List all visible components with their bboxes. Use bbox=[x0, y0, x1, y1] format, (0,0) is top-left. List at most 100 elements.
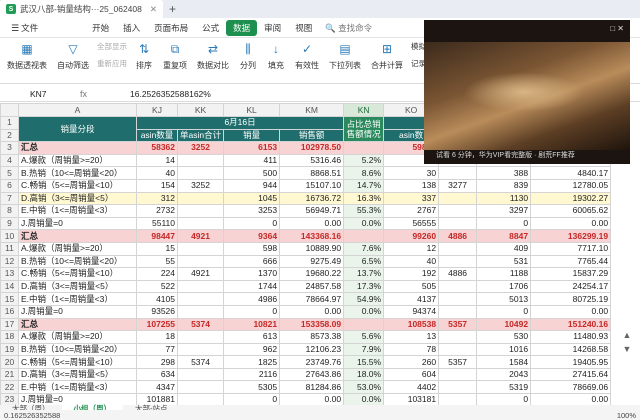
data-cell[interactable]: 5305 bbox=[223, 380, 281, 395]
column-header[interactable]: KN bbox=[343, 103, 385, 117]
column-header[interactable]: KK bbox=[176, 103, 225, 117]
tab-home[interactable]: 开始 bbox=[85, 20, 116, 36]
auto-filter-button[interactable]: ▽ 自动筛选 bbox=[57, 41, 89, 71]
row-number[interactable]: 12 bbox=[0, 254, 19, 269]
segment-cell[interactable]: C.畅销（5<=周销量<10） bbox=[18, 178, 137, 193]
data-cell[interactable]: 388 bbox=[476, 166, 532, 180]
data-cell[interactable]: 108538 bbox=[383, 317, 440, 332]
dropdown-list-button[interactable]: ▤ 下拉列表 bbox=[329, 41, 361, 71]
data-cell[interactable]: 107255 bbox=[136, 317, 178, 332]
data-cell[interactable]: 103181 bbox=[383, 393, 440, 405]
data-cell[interactable]: 5374 bbox=[176, 317, 225, 332]
data-cell[interactable]: 4137 bbox=[383, 292, 440, 306]
data-cell[interactable]: 14268.58 bbox=[530, 342, 612, 357]
data-cell[interactable] bbox=[438, 279, 478, 294]
data-cell[interactable]: 19302.27 bbox=[530, 191, 612, 206]
tab-insert[interactable]: 插入 bbox=[116, 20, 147, 36]
data-cell[interactable]: 0 bbox=[476, 393, 532, 405]
data-cell[interactable]: 80725.19 bbox=[530, 292, 612, 306]
data-cell[interactable]: 5.2% bbox=[343, 153, 385, 168]
split-button[interactable]: ⫼ 分列 bbox=[239, 41, 257, 71]
merge-calc-button[interactable]: ⊞ 合并计算 bbox=[371, 41, 403, 71]
data-cell[interactable]: 4840.17 bbox=[530, 166, 612, 180]
row-number[interactable]: 3 bbox=[0, 141, 19, 155]
data-cell[interactable] bbox=[438, 342, 478, 357]
data-cell[interactable] bbox=[176, 153, 225, 168]
data-cell[interactable]: 530 bbox=[476, 330, 532, 344]
data-cell[interactable]: 944 bbox=[223, 178, 281, 193]
segment-cell[interactable]: B.热销（10<=周销量<20） bbox=[18, 254, 137, 269]
data-cell[interactable]: 55.3% bbox=[343, 204, 385, 218]
data-cell[interactable] bbox=[343, 141, 385, 155]
data-cell[interactable]: 10889.90 bbox=[279, 241, 345, 256]
data-cell[interactable]: 2116 bbox=[223, 367, 281, 382]
data-cell[interactable]: 19405.95 bbox=[530, 355, 612, 369]
data-cell[interactable]: 5374 bbox=[176, 355, 225, 369]
corner-cell[interactable] bbox=[0, 103, 19, 117]
data-cell[interactable] bbox=[438, 393, 478, 405]
data-cell[interactable]: 12106.23 bbox=[279, 342, 345, 357]
segment-cell[interactable]: B.热销（10<=周销量<20） bbox=[18, 166, 137, 180]
data-cell[interactable] bbox=[176, 204, 225, 218]
data-cell[interactable]: 312 bbox=[136, 191, 178, 206]
data-cell[interactable]: 19680.22 bbox=[279, 267, 345, 281]
data-cell[interactable]: 1045 bbox=[223, 191, 281, 206]
data-cell[interactable]: 4921 bbox=[176, 229, 225, 243]
tab-data[interactable]: 数据 bbox=[226, 19, 258, 36]
data-cell[interactable]: 143368.16 bbox=[279, 229, 345, 243]
data-cell[interactable]: 55110 bbox=[136, 216, 178, 231]
row-number[interactable]: 10 bbox=[0, 229, 19, 243]
data-cell[interactable]: 1706 bbox=[476, 279, 532, 294]
data-cell[interactable] bbox=[438, 191, 478, 206]
data-cell[interactable]: 1744 bbox=[223, 279, 281, 294]
data-cell[interactable]: 78 bbox=[383, 342, 440, 357]
data-cell[interactable] bbox=[176, 330, 225, 344]
data-cell[interactable]: 337 bbox=[383, 191, 440, 206]
segment-cell[interactable]: D.高销（3<=周销量<5） bbox=[18, 367, 137, 382]
row-number[interactable]: 18 bbox=[0, 330, 19, 344]
data-cell[interactable]: 5013 bbox=[476, 292, 532, 306]
data-cell[interactable]: 10821 bbox=[223, 317, 281, 332]
data-cell[interactable]: 78669.06 bbox=[530, 380, 612, 395]
data-cell[interactable]: 1370 bbox=[223, 267, 281, 281]
fx-icon[interactable]: fx bbox=[80, 89, 130, 99]
data-cell[interactable]: 5357 bbox=[438, 317, 478, 332]
data-cell[interactable]: 0.00 bbox=[530, 304, 612, 319]
data-cell[interactable]: 55 bbox=[136, 254, 178, 269]
data-cell[interactable] bbox=[176, 279, 225, 294]
data-cell[interactable] bbox=[438, 380, 478, 395]
data-cell[interactable]: 0.0% bbox=[343, 216, 385, 231]
segment-cell[interactable]: 汇总 bbox=[18, 317, 137, 332]
segment-cell[interactable]: 汇总 bbox=[18, 141, 137, 155]
data-cell[interactable]: 4986 bbox=[223, 292, 281, 306]
data-cell[interactable]: 9275.49 bbox=[279, 254, 345, 269]
data-cell[interactable]: 1188 bbox=[476, 267, 532, 281]
data-cell[interactable] bbox=[176, 304, 225, 319]
row-number[interactable]: 13 bbox=[0, 267, 19, 281]
data-cell[interactable]: 15 bbox=[136, 241, 178, 256]
data-cell[interactable]: 962 bbox=[223, 342, 281, 357]
zoom-level[interactable]: 100% bbox=[617, 411, 636, 420]
data-cell[interactable] bbox=[438, 304, 478, 319]
row-number[interactable]: 22 bbox=[0, 380, 19, 395]
data-cell[interactable]: 54.9% bbox=[343, 292, 385, 306]
video-popup[interactable]: □ ✕ 试看 6 分钟，华为VIP看完整版 · 剧荒FF推荐 bbox=[424, 20, 630, 164]
segment-cell[interactable]: C.畅销（5<=周销量<10） bbox=[18, 355, 137, 369]
data-cell[interactable]: 0.0% bbox=[343, 393, 385, 405]
data-cell[interactable]: 7.9% bbox=[343, 342, 385, 357]
row-number[interactable]: 4 bbox=[0, 153, 19, 168]
segment-cell[interactable]: E.中销（1<=周销量<3） bbox=[18, 204, 137, 218]
data-cell[interactable]: 1016 bbox=[476, 342, 532, 357]
show-all-button[interactable]: 全部显示 bbox=[97, 41, 127, 52]
fill-button[interactable]: ↓ 填充 bbox=[267, 41, 285, 71]
data-cell[interactable]: 8847 bbox=[476, 229, 532, 243]
row-number[interactable]: 5 bbox=[0, 166, 19, 180]
data-cell[interactable]: 0 bbox=[476, 304, 532, 319]
data-cell[interactable]: 15107.10 bbox=[279, 178, 345, 193]
data-cell[interactable]: 81284.86 bbox=[279, 380, 345, 395]
row-number[interactable]: 11 bbox=[0, 241, 19, 256]
data-cell[interactable]: 224 bbox=[136, 267, 178, 281]
data-cell[interactable]: 16736.72 bbox=[279, 191, 345, 206]
tab-page-layout[interactable]: 页面布局 bbox=[147, 20, 195, 36]
data-cell[interactable]: 24254.17 bbox=[530, 279, 612, 294]
